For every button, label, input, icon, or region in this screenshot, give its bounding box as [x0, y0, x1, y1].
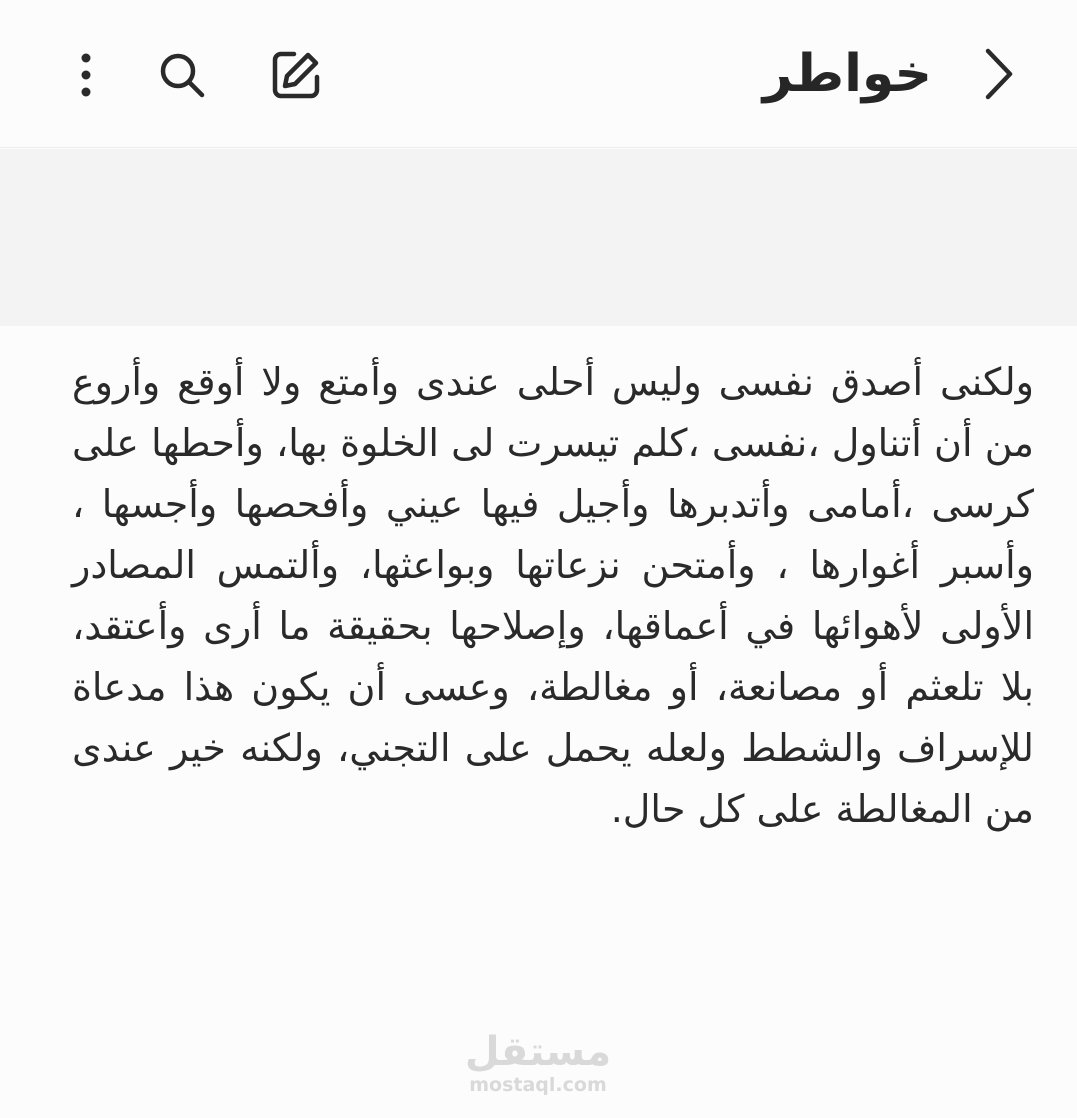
more-vertical-icon	[81, 53, 91, 97]
app-bar: خواطر	[0, 0, 1077, 148]
chevron-right-icon	[985, 48, 1013, 100]
back-button[interactable]	[969, 44, 1029, 104]
edit-button[interactable]	[262, 44, 330, 106]
search-icon	[160, 53, 205, 98]
search-button[interactable]	[150, 44, 214, 106]
note-title: خواطر	[762, 44, 932, 104]
ad-banner-area	[0, 149, 1077, 326]
edit-note-icon	[272, 51, 320, 99]
note-body: ولكنى أصدق نفسى وليس أحلى عندى وأمتع ولا…	[72, 360, 1034, 831]
note-screen: خواطر ولكنى أصدق نفسى وليس أحلى عندى وأم…	[0, 0, 1077, 1118]
watermark-arabic: مستقل	[464, 1029, 612, 1075]
watermark: مستقل mostaql.com	[438, 1030, 638, 1096]
watermark-latin: mostaql.com	[469, 1074, 607, 1096]
more-options-button[interactable]	[66, 44, 106, 106]
